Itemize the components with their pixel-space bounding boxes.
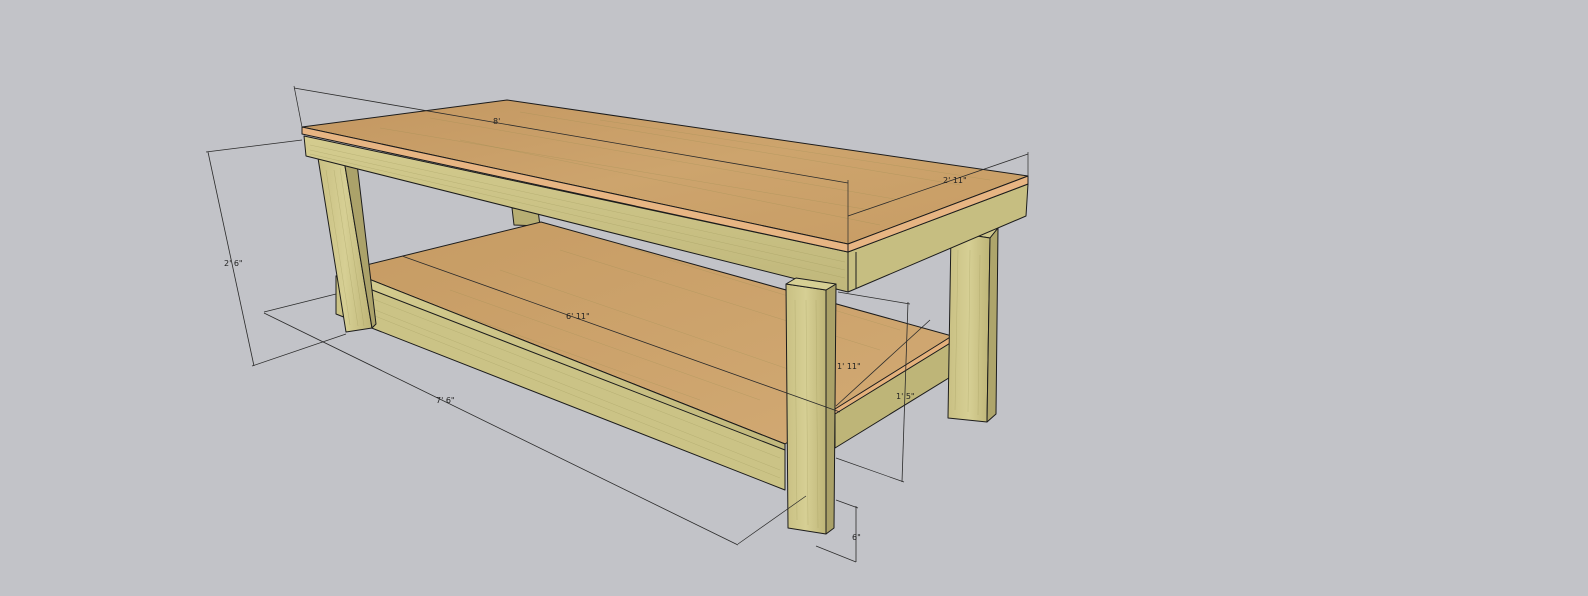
dim-label-overall-height: 2' 6"	[224, 259, 243, 268]
workbench-model: 8' 2' 11" 2' 6" 6' 11" 1' 11" 7' 6" 1' 5…	[205, 85, 1029, 563]
dim-label-top-width: 2' 11"	[943, 176, 967, 185]
front-left-leg	[317, 154, 377, 333]
back-right-leg	[947, 223, 999, 423]
dim-label-base-length: 7' 6"	[436, 396, 455, 405]
front-right-leg	[785, 277, 837, 535]
dim-label-shelf-height: 1' 5"	[896, 392, 915, 401]
dim-label-top-length: 8'	[493, 117, 500, 126]
dim-label-shelf-length: 6' 11"	[566, 312, 590, 321]
model-viewport[interactable]: 8' 2' 11" 2' 6" 6' 11" 1' 11" 7' 6" 1' 5…	[0, 0, 1588, 596]
dim-label-shelf-width: 1' 11"	[837, 362, 861, 371]
dim-label-leg-clearance: 6"	[852, 533, 861, 542]
